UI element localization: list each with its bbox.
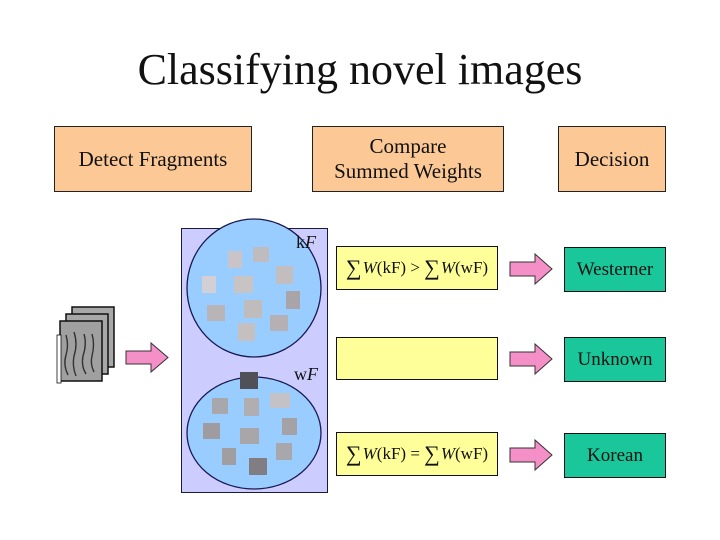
- face-fragment: [234, 276, 253, 293]
- eye-fragment: [240, 428, 259, 444]
- eye-fragment: [222, 448, 236, 465]
- eye-fragment: [212, 398, 228, 414]
- eye-fragment: [282, 418, 297, 435]
- image-edge: [56, 334, 62, 384]
- face-fragment: [253, 247, 269, 262]
- face-fragment: [244, 300, 262, 318]
- face-fragment: [228, 251, 242, 268]
- eye-fragment: [270, 393, 290, 408]
- face-fragment: [202, 276, 216, 293]
- face-fragment: [207, 305, 225, 321]
- condition-box-empty: [336, 337, 498, 380]
- face-fragment: [270, 315, 288, 331]
- condition-box-equal: ∑ W (kF) = ∑ W (wF): [336, 432, 498, 476]
- eye-fragment: [203, 423, 220, 439]
- face-fragment: [238, 323, 255, 341]
- result-unknown: Unknown: [564, 337, 666, 382]
- result-korean: Korean: [564, 433, 666, 478]
- arrow-right-icon: [509, 252, 553, 286]
- eye-fragment: [276, 443, 292, 460]
- face-fragment: [276, 266, 293, 284]
- eye-fragment: [249, 458, 267, 475]
- fragment-set-bottom-label: wF: [294, 364, 318, 384]
- result-westerner: Westerner: [564, 247, 666, 292]
- arrow-right-icon: [509, 342, 553, 376]
- eye-fragment: [240, 372, 258, 389]
- eye-fragment: [244, 398, 259, 416]
- fragment-set-top-label: kF: [296, 232, 316, 252]
- face-fragment: [286, 291, 300, 309]
- arrow-right-icon: [509, 438, 553, 472]
- input-image-stack: [56, 306, 115, 384]
- arrow-right-icon: [125, 341, 169, 374]
- condition-box-korean-greater: ∑ W (kF) > ∑ W (wF): [336, 246, 498, 290]
